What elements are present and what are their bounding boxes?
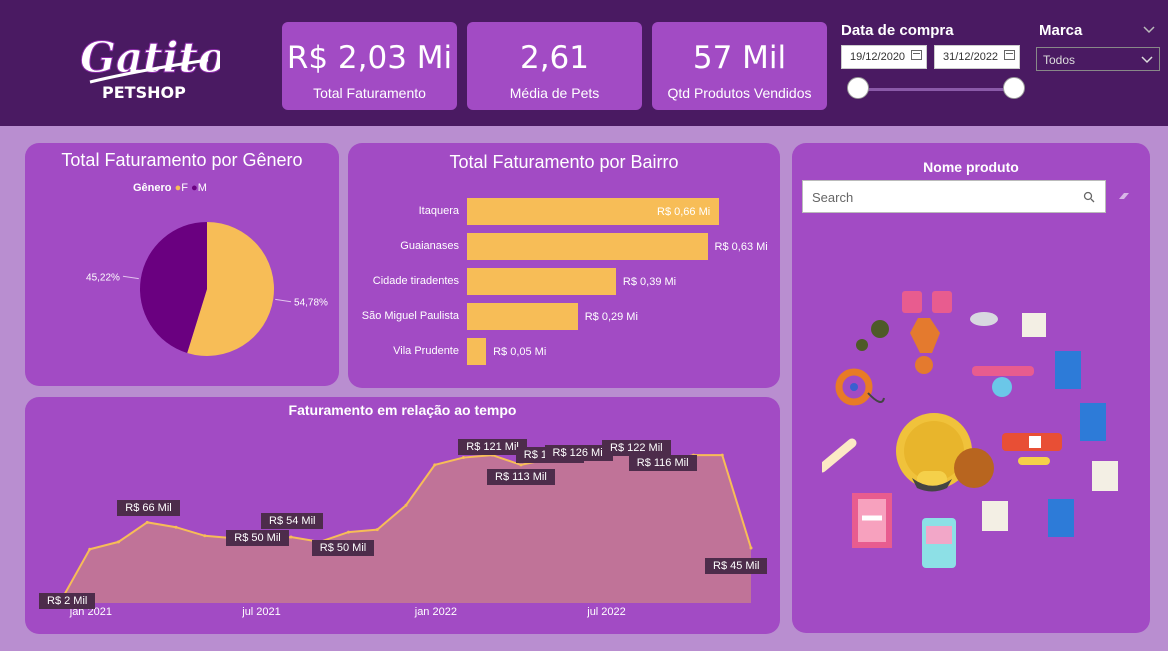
- bar-vila-prudente: [467, 338, 487, 365]
- product-panel-title: Nome produto: [923, 159, 1019, 175]
- chevron-down-icon: [1141, 56, 1153, 64]
- bar-value-label: R$ 0,29 Mi: [584, 311, 638, 323]
- x-tick-label: jan 2022: [414, 606, 457, 618]
- start-date-input[interactable]: 19/12/2020: [841, 45, 927, 69]
- area-point: [462, 456, 465, 460]
- bar-value-label: R$ 0,05 Mi: [493, 346, 547, 358]
- area-data-label: R$ 2 Mil: [39, 592, 96, 609]
- kpi-value: 57 Mil: [692, 40, 787, 76]
- eraser-icon[interactable]: [1117, 191, 1131, 201]
- area-point: [720, 453, 724, 457]
- search-icon[interactable]: [1083, 191, 1095, 203]
- date-range-slider-track[interactable]: [858, 88, 1014, 91]
- bar-cidade-tiradentes: [467, 268, 616, 295]
- svg-text:PETSHOP: PETSHOP: [102, 83, 186, 102]
- area-point: [117, 540, 120, 544]
- bar-são-miguel-paulista: [467, 303, 578, 330]
- product-search-input[interactable]: Search: [802, 180, 1106, 213]
- kpi-qtd-produtos: 57 Mil Qtd Produtos Vendidos: [652, 22, 827, 110]
- area-point: [174, 525, 178, 529]
- slider-start-handle[interactable]: [847, 77, 869, 99]
- calendar-icon[interactable]: [911, 50, 922, 60]
- bairro-panel-title: Total Faturamento por Bairro: [449, 152, 679, 172]
- kpi-label: Total Faturamento: [313, 85, 426, 101]
- area-data-label: R$ 50 Mil: [226, 529, 289, 546]
- area-point: [375, 528, 379, 532]
- bairro-panel: Total Faturamento por Bairro Itaquera R$ …: [348, 143, 780, 388]
- bar-value-label: R$ 0,63 Mi: [714, 241, 768, 253]
- bar-value-label: R$ 0,66 Mi: [657, 206, 711, 218]
- time-panel: Faturamento em relação ao tempo jan 2021…: [25, 397, 780, 634]
- area-point: [749, 546, 753, 550]
- bar-category-label: Itaquera: [418, 205, 459, 217]
- brand-filter-title: Marca: [1039, 22, 1083, 39]
- area-point: [347, 530, 350, 534]
- slider-end-handle[interactable]: [1003, 77, 1025, 99]
- pet-products-illustration: [822, 291, 1118, 568]
- kpi-label: Média de Pets: [509, 85, 600, 101]
- pie-leader-line: [275, 298, 292, 303]
- gender-pie-chart: 54,78% 45,22%: [86, 222, 328, 356]
- bar-category-label: São Miguel Paulista: [361, 310, 459, 322]
- gatito-logo: Gatito PETSHOP: [70, 20, 227, 110]
- bar-category-label: Vila Prudente: [393, 345, 459, 357]
- gender-panel: Total Faturamento por Gênero Gênero ●F ●…: [25, 143, 339, 386]
- kpi-value: R$ 2,03 Mi: [286, 40, 453, 76]
- header-bar: Gatito PETSHOP R$ 2,03 Mi Total Faturame…: [0, 0, 1168, 126]
- x-tick-label: jul 2021: [242, 606, 281, 618]
- pie-leader-line: [122, 275, 139, 280]
- area-point: [404, 503, 408, 507]
- area-point: [289, 535, 293, 539]
- pie-data-label: 54,78%: [294, 298, 328, 309]
- area-data-label: R$ 54 Mil: [261, 513, 324, 529]
- bar-category-label: Cidade tiradentes: [372, 275, 459, 287]
- kpi-media-pets: 2,61 Média de Pets: [467, 22, 642, 110]
- kpi-label: Qtd Produtos Vendidos: [667, 85, 812, 101]
- area-point: [88, 547, 92, 551]
- pie-data-label: 45,22%: [86, 272, 120, 283]
- area-point: [433, 463, 437, 467]
- brand-dropdown[interactable]: Todos: [1036, 47, 1160, 71]
- area-data-label: R$ 122 Mil: [602, 439, 671, 456]
- chevron-down-icon[interactable]: [1143, 26, 1155, 34]
- kpi-value: 2,61: [519, 40, 590, 76]
- kpi-total-faturamento: R$ 2,03 Mi Total Faturamento: [282, 22, 457, 110]
- area-data-label: R$ 50 Mil: [311, 539, 375, 556]
- svg-text:Gatito: Gatito: [80, 33, 220, 82]
- area-data-label: R$ 66 Mil: [117, 500, 180, 517]
- product-panel: Nome produto Search: [792, 143, 1150, 633]
- calendar-icon[interactable]: [1004, 50, 1015, 60]
- bar-value-label: R$ 0,39 Mi: [622, 276, 677, 288]
- area-point: [203, 534, 207, 538]
- bar-category-label: Guaianases: [400, 240, 459, 252]
- area-point: [519, 463, 523, 467]
- area-data-label: R$ 116 Mil: [628, 455, 697, 472]
- x-tick-label: jul 2022: [587, 606, 626, 618]
- date-filter-title: Data de compra: [841, 22, 954, 39]
- area-point: [145, 520, 149, 524]
- bar-guaianases: [467, 233, 708, 260]
- area-data-label: R$ 113 Mil: [487, 468, 555, 485]
- area-data-label: R$ 45 Mil: [705, 558, 768, 574]
- end-date-input[interactable]: 31/12/2022: [934, 45, 1020, 69]
